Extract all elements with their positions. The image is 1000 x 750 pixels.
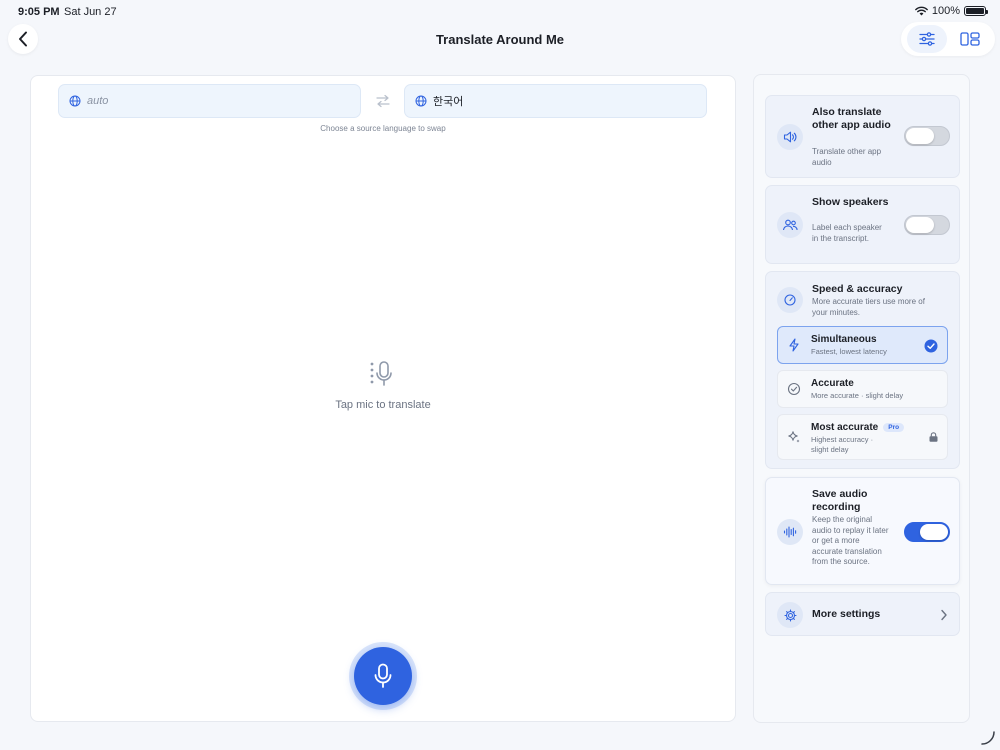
chevron-right-icon: [941, 609, 947, 621]
swap-icon[interactable]: [375, 94, 391, 108]
option-title: Most accurate Pro: [811, 422, 905, 433]
check-badge-icon: [787, 382, 801, 396]
status-indicators: 100%: [914, 5, 988, 17]
people-icon: [782, 219, 798, 231]
sparkle-icon: [788, 431, 800, 443]
page-title: Translate Around Me: [435, 32, 565, 47]
speakers-icon-wrap: [777, 212, 803, 238]
show-speakers-card: Show speakers Label each speaker in the …: [765, 185, 960, 264]
lightning-icon: [789, 338, 799, 352]
speed-option-accurate[interactable]: Accurate More accurate · slight delay: [777, 370, 948, 408]
globe-icon: [69, 95, 81, 107]
top-actions: [901, 22, 995, 56]
option-title: Simultaneous: [811, 334, 877, 345]
speed-accuracy-card: Speed & accuracy More accurate tiers use…: [765, 271, 960, 469]
gear-icon: [783, 608, 797, 622]
speed-accuracy-title: Speed & accuracy: [812, 283, 903, 295]
save-recording-title: Save audio recording: [812, 488, 868, 513]
translation-panel: auto 한국어 Choose a source language to swa…: [30, 75, 736, 722]
swap-hint: Choose a source language to swap: [320, 124, 446, 133]
sliders-icon: [918, 32, 935, 46]
layout-icon: [959, 32, 980, 46]
target-language-label: 한국어: [433, 96, 464, 108]
show-speakers-toggle[interactable]: [904, 215, 950, 235]
other-app-audio-toggle[interactable]: [904, 126, 950, 146]
layout-toggle-button[interactable]: [950, 25, 990, 53]
gauge-icon: [784, 294, 796, 306]
speaker-icon: [783, 131, 797, 143]
more-settings-row[interactable]: More settings: [765, 592, 960, 636]
settings-panel: Also translate other app audio Translate…: [753, 74, 970, 723]
most-accurate-label: Most accurate: [811, 422, 879, 433]
save-recording-desc: Keep the original audio to replay it lat…: [812, 515, 889, 566]
battery-percent: 100%: [931, 5, 960, 17]
option-desc: More accurate · slight delay: [811, 391, 904, 400]
microphone-icon: [370, 361, 392, 386]
battery-icon: [964, 6, 988, 16]
record-mic-button[interactable]: [354, 647, 412, 705]
save-recording-toggle[interactable]: [904, 522, 950, 542]
status-date: Sat Jun 27: [64, 6, 117, 18]
check-circle-icon: [924, 339, 938, 353]
source-language-label: auto: [87, 95, 109, 107]
empty-state-text: Tap mic to translate: [335, 399, 431, 411]
globe-icon: [415, 95, 427, 107]
microphone-icon: [374, 663, 392, 688]
speed-option-simultaneous[interactable]: Simultaneous Fastest, lowest latency: [777, 326, 948, 364]
speed-accuracy-desc: More accurate tiers use more of your min…: [812, 297, 925, 317]
empty-state: Tap mic to translate: [31, 360, 735, 411]
other-app-audio-desc: Translate other app audio: [812, 147, 882, 167]
more-settings-label: More settings: [812, 608, 881, 620]
filter-settings-button[interactable]: [906, 25, 947, 53]
source-language-selector[interactable]: auto: [58, 84, 361, 118]
mic-button-halo: [349, 642, 417, 710]
other-app-audio-card: Also translate other app audio Translate…: [765, 95, 960, 178]
waveform-icon-wrap: [777, 519, 803, 545]
speed-option-most-accurate[interactable]: Most accurate Pro Highest accuracy · slig…: [777, 414, 948, 460]
speaker-icon-wrap: [777, 124, 803, 150]
save-recording-card: Save audio recording Keep the original a…: [765, 477, 960, 585]
option-desc: Highest accuracy · slight delay: [811, 435, 874, 454]
pro-badge: Pro: [883, 423, 905, 432]
gear-icon-wrap: [777, 602, 803, 628]
option-desc: Fastest, lowest latency: [811, 347, 887, 356]
show-speakers-desc: Label each speaker in the transcript.: [812, 223, 882, 243]
resize-corner-icon: [981, 731, 995, 745]
lock-icon: [929, 432, 938, 442]
status-time: 9:05 PM: [18, 6, 60, 18]
status-bar: 9:05 PM Sat Jun 27 100%: [0, 0, 1000, 24]
other-app-audio-title: Also translate other app audio: [812, 106, 891, 131]
show-speakers-title: Show speakers: [812, 196, 889, 208]
option-title: Accurate: [811, 378, 854, 389]
gauge-icon-wrap: [777, 287, 803, 313]
waveform-icon: [783, 526, 797, 538]
target-language-selector[interactable]: 한국어: [404, 84, 707, 118]
wifi-icon: [914, 6, 928, 16]
